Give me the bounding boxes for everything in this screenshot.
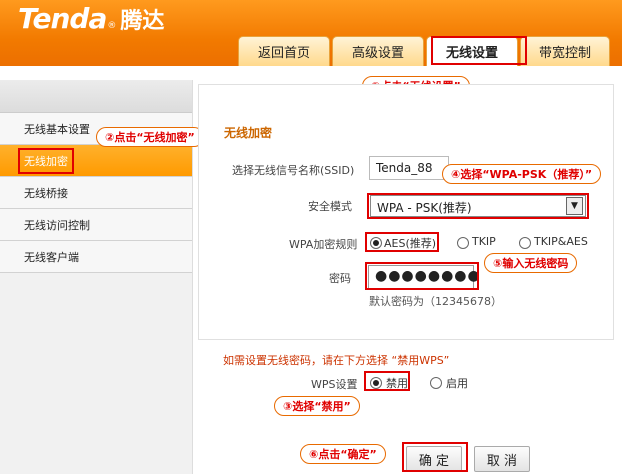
- wps-enable-label: 启用: [446, 377, 468, 390]
- wpa-tkip-aes-label: TKIP&AES: [534, 235, 588, 248]
- sidebar-header: [0, 80, 192, 113]
- confirm-highlight-box: [402, 442, 468, 472]
- sidebar-highlight-box: [18, 148, 74, 174]
- security-mode-label: 安全模式: [308, 200, 352, 213]
- sidebar-item-wireless-bridge[interactable]: 无线桥接: [0, 177, 192, 209]
- password-hint: 默认密码为（12345678）: [369, 295, 502, 308]
- page-title: 无线加密: [224, 126, 273, 140]
- annotation-step6: ⑥点击“确定”: [300, 444, 386, 464]
- aes-highlight-box: [365, 232, 439, 252]
- annotation-step4: ④选择“WPA-PSK（推荐）”: [442, 164, 602, 184]
- password-highlight-box: [365, 262, 479, 290]
- sidebar-item-access-control[interactable]: 无线访问控制: [0, 209, 192, 241]
- wps-tip-text: 如需设置无线密码，请在下方选择 “禁用WPS”: [223, 354, 450, 367]
- wps-enable-radio[interactable]: [430, 377, 442, 389]
- ssid-field[interactable]: Tenda_88: [369, 156, 449, 180]
- tab-advanced-settings[interactable]: 高级设置: [332, 36, 424, 66]
- logo-chinese-text: 腾达: [120, 9, 165, 34]
- header-bar: Tenda ® 腾达 返回首页 高级设置 无线设置 带宽控制: [0, 0, 622, 66]
- wpa-tkip-aes-radio[interactable]: [519, 237, 531, 249]
- security-mode-highlight-box: [367, 193, 589, 219]
- header-divider: [0, 66, 622, 76]
- password-label: 密码: [329, 272, 351, 285]
- wpa-tkip-label: TKIP: [472, 235, 496, 248]
- wpa-rule-label: WPA加密规则: [289, 238, 358, 251]
- wps-setting-label: WPS设置: [311, 378, 358, 391]
- wps-disable-highlight-box: [364, 371, 410, 391]
- ssid-label: 选择无线信号名称(SSID): [232, 164, 355, 177]
- tab-home[interactable]: 返回首页: [238, 36, 330, 66]
- wireless-tab-highlight-box: [431, 36, 527, 65]
- tab-bandwidth-control[interactable]: 带宽控制: [520, 36, 610, 66]
- annotation-step5: ⑤输入无线密码: [484, 253, 578, 273]
- annotation-step2: ②点击“无线加密”: [96, 127, 204, 147]
- top-nav: 返回首页 高级设置 无线设置 带宽控制: [238, 36, 612, 66]
- cancel-button[interactable]: 取 消: [474, 446, 530, 472]
- wpa-tkip-radio[interactable]: [457, 237, 469, 249]
- registered-mark: ®: [107, 21, 117, 31]
- tenda-logo: Tenda ® 腾达: [18, 2, 164, 42]
- sidebar-item-wireless-client[interactable]: 无线客户端: [0, 241, 192, 273]
- logo-text: Tenda: [18, 2, 107, 35]
- annotation-step3: ③选择“禁用”: [274, 396, 360, 416]
